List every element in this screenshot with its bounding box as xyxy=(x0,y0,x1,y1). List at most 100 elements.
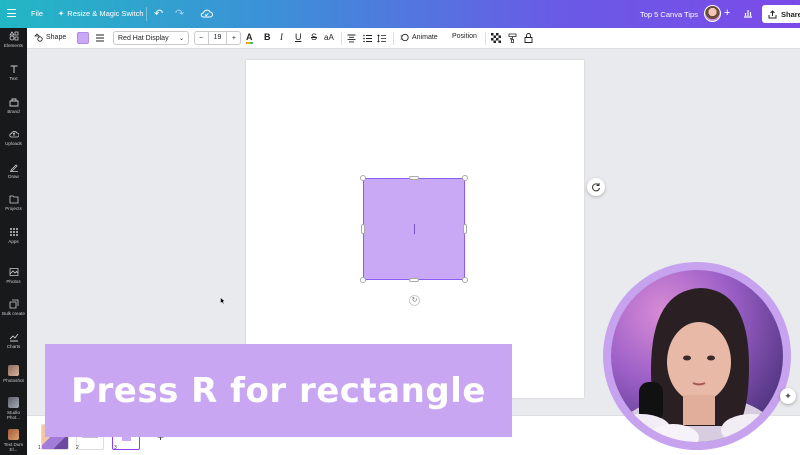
lock-icon[interactable] xyxy=(524,33,533,45)
align-center-icon[interactable] xyxy=(347,34,356,45)
font-size-input[interactable]: 19 xyxy=(207,32,228,44)
caption-text: Press R for rectangle xyxy=(71,370,486,411)
draw-icon xyxy=(9,164,18,172)
share-icon xyxy=(768,9,777,18)
add-collaborator-icon[interactable]: + xyxy=(724,7,730,19)
app-thumbnail xyxy=(8,429,19,440)
undo-icon[interactable]: ↶ xyxy=(154,7,163,20)
resize-handle[interactable] xyxy=(360,175,366,181)
sidebar-item-label: Charts xyxy=(6,344,21,349)
italic-button[interactable]: I xyxy=(280,32,283,42)
sidebar-item-text-dum[interactable]: Text Dum El... xyxy=(0,429,27,452)
context-toolbar: Shape Red Hat Display ⌄ − 19 + A B I U S… xyxy=(27,28,800,49)
text-color-icon: A xyxy=(246,32,253,44)
sidebar-item-apps[interactable]: Apps xyxy=(0,227,27,244)
share-label: Share xyxy=(781,9,800,19)
sidebar-item-label: Text Dum El... xyxy=(3,442,24,452)
bold-button[interactable]: B xyxy=(264,32,271,42)
underline-button[interactable]: U xyxy=(295,32,302,42)
sidebar-item-label: Studio Phot... xyxy=(6,410,21,420)
resize-handle[interactable] xyxy=(360,277,366,283)
share-button[interactable]: Share xyxy=(762,5,800,23)
magic-sparkle-icon[interactable]: ✦ xyxy=(780,388,796,404)
sidebar-item-projects[interactable]: Projects xyxy=(0,194,27,211)
bulk-create-icon xyxy=(9,299,18,309)
uploads-icon xyxy=(8,131,19,138)
resize-handle[interactable] xyxy=(409,176,419,180)
apps-icon xyxy=(9,228,18,236)
sidebar-item-photoshot[interactable]: Photoshot xyxy=(0,365,27,383)
divider xyxy=(146,7,147,21)
transparency-icon[interactable] xyxy=(491,33,501,45)
page-number: 3 xyxy=(114,445,117,451)
position-button[interactable]: Position xyxy=(452,33,477,40)
sidebar-item-uploads[interactable]: Uploads xyxy=(0,129,27,146)
avatar[interactable] xyxy=(704,5,721,22)
rotate-icon[interactable]: ↻ xyxy=(409,295,420,306)
strikethrough-button[interactable]: S xyxy=(311,32,317,42)
sidebar-item-label: Draw xyxy=(8,174,19,179)
sidebar-item-bulk-create[interactable]: Bulk create xyxy=(0,299,27,316)
animate-icon xyxy=(400,33,409,42)
text-cursor xyxy=(414,224,415,234)
document-title[interactable]: Top 5 Canva Tips xyxy=(640,10,698,19)
redo-icon[interactable]: ↷ xyxy=(175,7,184,20)
webcam-video xyxy=(611,270,783,442)
sparkle-icon: ✦ xyxy=(58,9,65,18)
font-family-select[interactable]: Red Hat Display ⌄ xyxy=(113,31,189,45)
menu-icon[interactable] xyxy=(7,9,16,18)
refresh-icon xyxy=(592,183,600,192)
sidebar-item-label: Apps xyxy=(8,239,19,244)
sidebar-item-photos[interactable]: Photos xyxy=(0,267,27,284)
page-number: 1 xyxy=(38,445,41,451)
charts-icon xyxy=(9,333,18,342)
caption-banner: Press R for rectangle xyxy=(45,344,512,437)
font-size-stepper: − 19 + xyxy=(194,31,241,45)
resize-handle[interactable] xyxy=(462,175,468,181)
chevron-down-icon: ⌄ xyxy=(178,35,184,42)
text-icon xyxy=(10,65,17,73)
refresh-page-button[interactable] xyxy=(587,178,605,196)
sidebar-item-label: Brand xyxy=(7,109,20,114)
border-style-icon[interactable] xyxy=(95,33,105,45)
list-icon[interactable] xyxy=(363,34,372,45)
resize-label: Resize & Magic Switch xyxy=(67,9,144,18)
shape-color-swatch[interactable] xyxy=(77,32,89,44)
projects-icon xyxy=(9,195,18,204)
sidebar-item-charts[interactable]: Charts xyxy=(0,332,27,349)
sidebar-item-brand[interactable]: Brand xyxy=(0,97,27,114)
shape-button[interactable]: Shape xyxy=(34,33,66,42)
cloud-save-icon[interactable] xyxy=(200,8,213,21)
app-thumbnail xyxy=(8,397,19,408)
sidebar-item-text[interactable]: Text xyxy=(0,64,27,81)
paint-roller-icon[interactable] xyxy=(508,33,518,45)
top-bar: File ✦ Resize & Magic Switch ↶ ↷ Top 5 Ca… xyxy=(0,0,800,28)
sidebar-item-draw[interactable]: Draw xyxy=(0,162,27,179)
increase-size-button[interactable]: + xyxy=(228,35,240,42)
letter-case-button[interactable]: aA xyxy=(324,33,334,42)
resize-handle[interactable] xyxy=(462,277,468,283)
resize-handle[interactable] xyxy=(361,224,365,234)
sidebar-item-label: Bulk create xyxy=(2,311,25,316)
divider xyxy=(393,32,394,45)
mouse-pointer-icon xyxy=(220,292,226,310)
sidebar-item-label: Photoshot xyxy=(3,378,24,383)
resize-magic-switch-button[interactable]: ✦ Resize & Magic Switch xyxy=(58,9,144,18)
resize-handle[interactable] xyxy=(409,278,419,282)
divider xyxy=(485,32,486,45)
file-menu-button[interactable]: File xyxy=(31,9,43,18)
decrease-size-button[interactable]: − xyxy=(195,35,207,42)
sidebar-item-elements[interactable]: Elements xyxy=(0,31,27,48)
resize-handle[interactable] xyxy=(463,224,467,234)
font-name: Red Hat Display xyxy=(118,34,169,42)
spacing-icon[interactable] xyxy=(377,34,386,45)
shape-icon xyxy=(34,33,43,42)
sidebar-item-label: Elements xyxy=(3,43,24,48)
analytics-icon[interactable] xyxy=(743,8,753,20)
shape-label: Shape xyxy=(46,34,67,41)
app-thumbnail xyxy=(8,365,19,376)
animate-button[interactable]: Animate xyxy=(400,33,438,42)
sidebar-item-studio-photo[interactable]: Studio Phot... xyxy=(0,397,27,420)
text-color-button[interactable]: A xyxy=(246,32,253,44)
photos-icon xyxy=(9,268,18,276)
